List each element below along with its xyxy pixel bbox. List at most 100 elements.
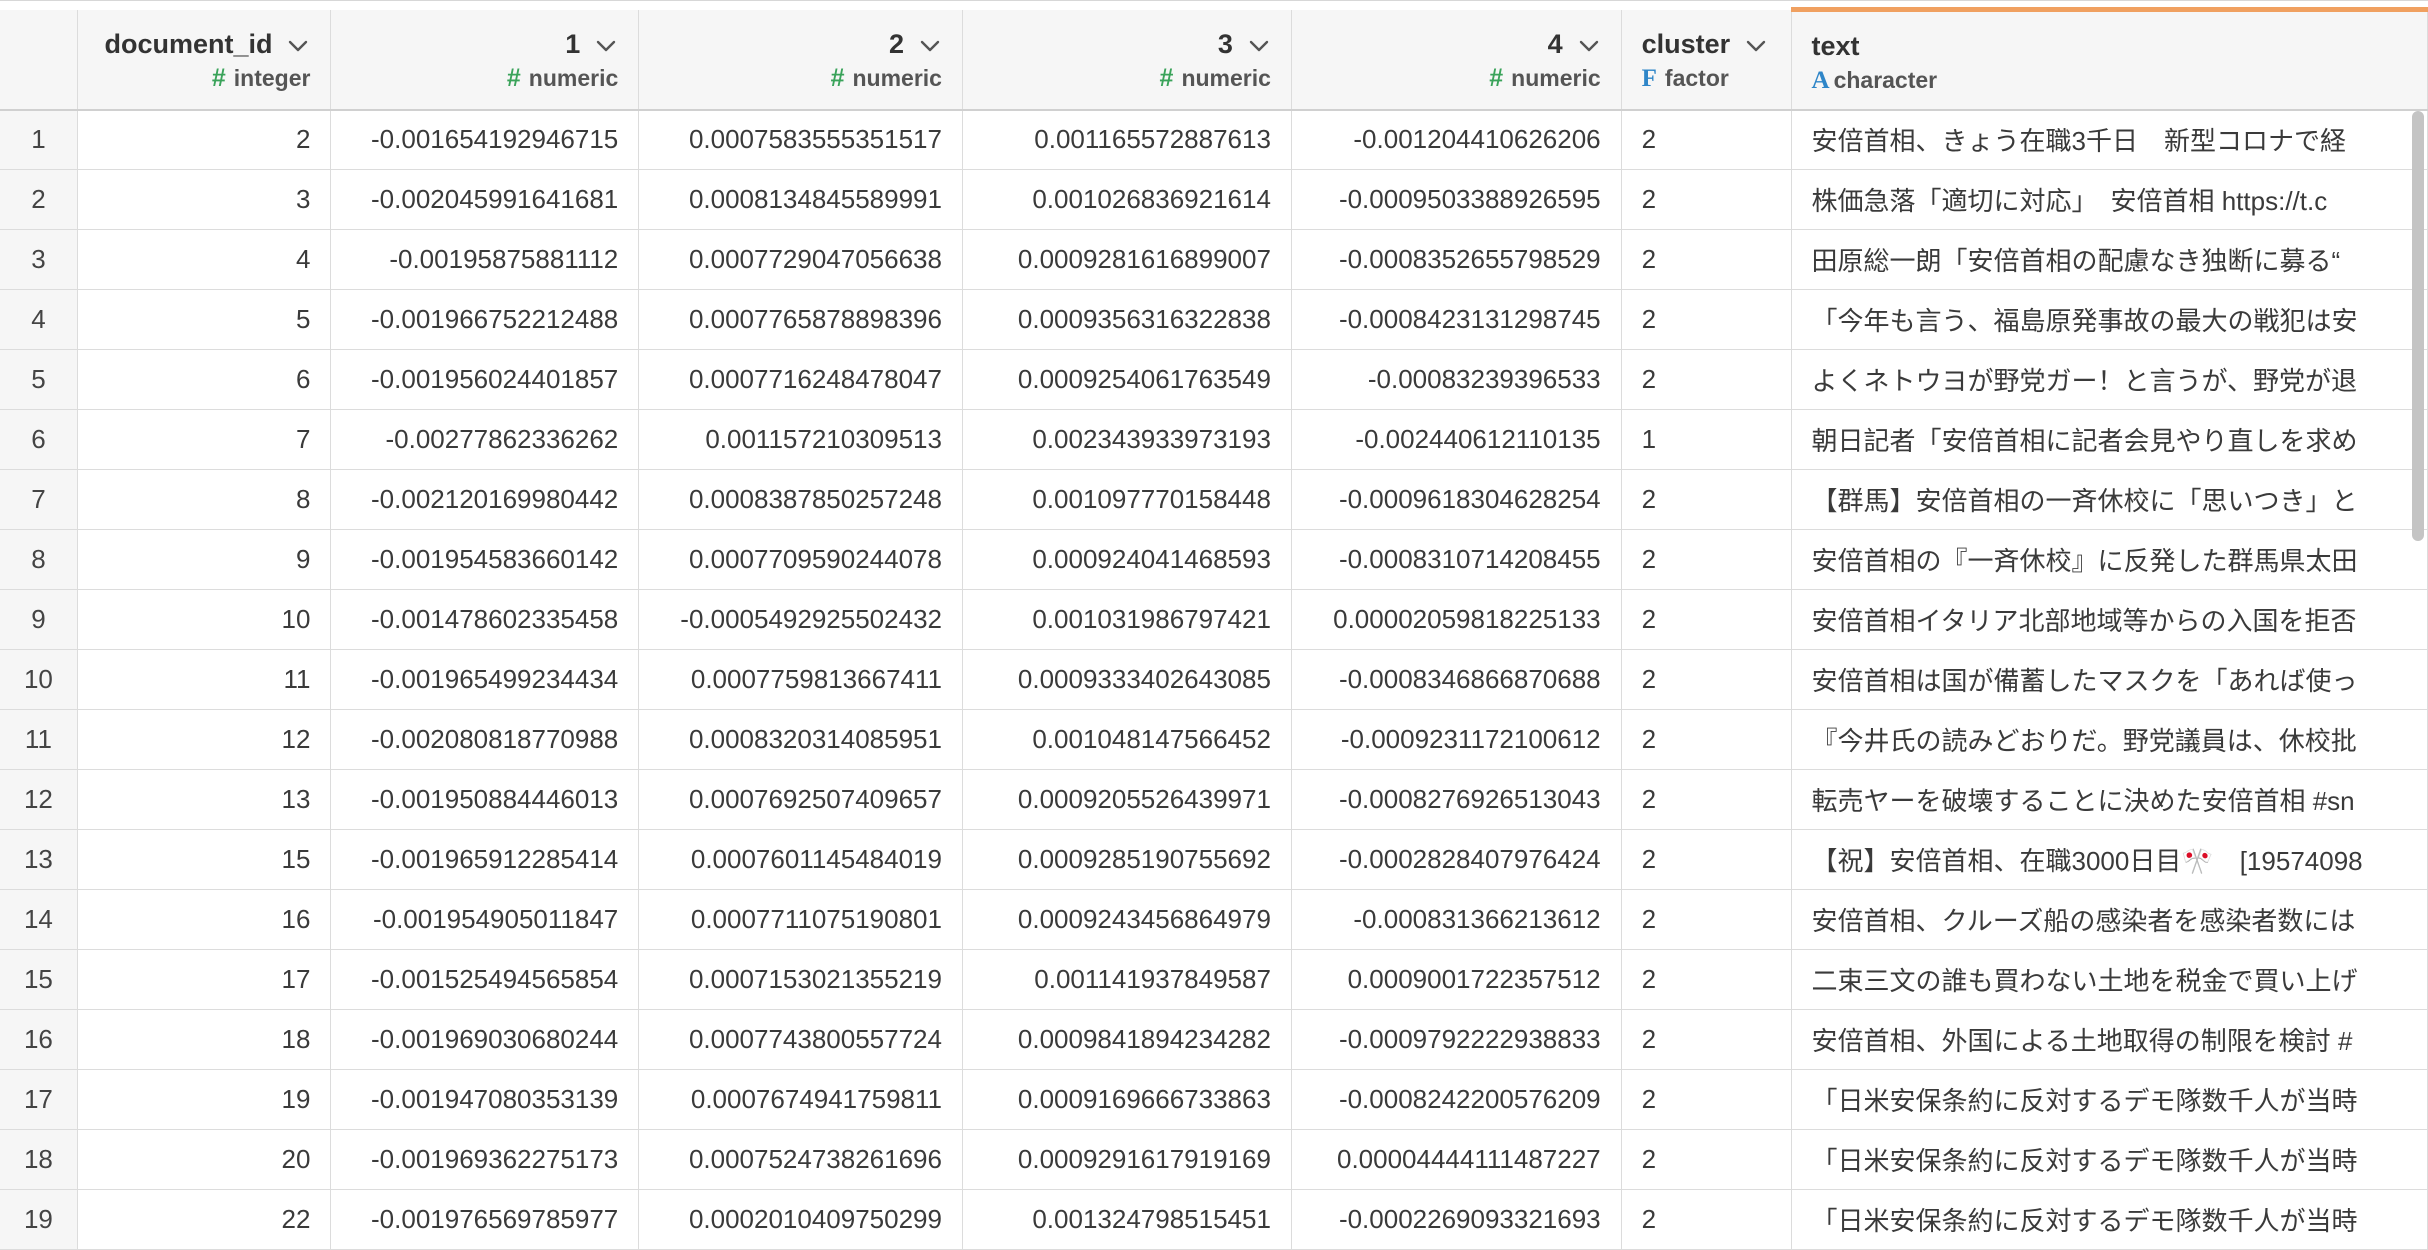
cell-c4[interactable]: -0.0009503388926595: [1291, 169, 1622, 230]
cell-document_id[interactable]: 7: [77, 409, 332, 470]
cell-c2[interactable]: 0.0007692507409657: [638, 769, 963, 830]
cell-c3[interactable]: 0.001165572887613: [962, 109, 1292, 170]
table-row[interactable]: 12 13 -0.001950884446013 0.0007692507409657…: [0, 769, 2428, 830]
column-header-c3[interactable]: 3 # numeric: [962, 9, 1292, 111]
cell-text[interactable]: 朝日記者「安倍首相に記者会見やり直しを求め: [1791, 409, 2428, 470]
cell-cluster[interactable]: 2: [1621, 589, 1792, 650]
column-header-c4[interactable]: 4 # numeric: [1291, 9, 1622, 111]
cell-c4[interactable]: -0.0008242200576209: [1291, 1069, 1622, 1130]
cell-document_id[interactable]: 19: [77, 1069, 332, 1130]
table-row[interactable]: 15 17 -0.001525494565854 0.0007153021355219…: [0, 949, 2428, 1010]
cell-c2[interactable]: 0.0008320314085951: [638, 709, 963, 770]
cell-c3[interactable]: 0.001324798515451: [962, 1189, 1292, 1250]
cell-document_id[interactable]: 15: [77, 829, 332, 890]
table-row[interactable]: 11 12 -0.002080818770988 0.0008320314085951…: [0, 709, 2428, 770]
cell-c1[interactable]: -0.001976569785977: [330, 1189, 640, 1250]
cell-document_id[interactable]: 10: [77, 589, 332, 650]
cell-text[interactable]: 「日米安保条約に反対するデモ隊数千人が当時: [1791, 1129, 2428, 1190]
table-row[interactable]: 4 5 -0.001966752212488 0.0007765878898396 0.…: [0, 289, 2428, 350]
cell-c4[interactable]: -0.0002828407976424: [1291, 829, 1622, 890]
cell-c3[interactable]: 0.001141937849587: [962, 949, 1292, 1010]
cell-c3[interactable]: 0.0009281616899007: [962, 229, 1292, 290]
cell-c2[interactable]: 0.0007711075190801: [638, 889, 963, 950]
table-row[interactable]: 13 15 -0.001965912285414 0.0007601145484019…: [0, 829, 2428, 890]
cell-c3[interactable]: 0.0009205526439971: [962, 769, 1292, 830]
cell-c2[interactable]: 0.0007709590244078: [638, 529, 963, 590]
cell-c3[interactable]: 0.0009243456864979: [962, 889, 1292, 950]
cell-c2[interactable]: 0.0007153021355219: [638, 949, 963, 1010]
cell-document_id[interactable]: 2: [77, 109, 332, 170]
cell-document_id[interactable]: 13: [77, 769, 332, 830]
cell-text[interactable]: 転売ヤーを破壊することに決めた安倍首相 #sn: [1791, 769, 2428, 830]
cell-c2[interactable]: 0.0002010409750299: [638, 1189, 963, 1250]
cell-cluster[interactable]: 1: [1621, 409, 1792, 470]
cell-c4[interactable]: -0.0008276926513043: [1291, 769, 1622, 830]
cell-c1[interactable]: -0.001654192946715: [330, 109, 640, 170]
cell-c3[interactable]: 0.0009291617919169: [962, 1129, 1292, 1190]
cell-c4[interactable]: 0.0009001722357512: [1291, 949, 1622, 1010]
cell-c2[interactable]: 0.0007716248478047: [638, 349, 963, 410]
cell-cluster[interactable]: 2: [1621, 709, 1792, 770]
cell-cluster[interactable]: 2: [1621, 949, 1792, 1010]
cell-document_id[interactable]: 5: [77, 289, 332, 350]
cell-cluster[interactable]: 2: [1621, 649, 1792, 710]
cell-cluster[interactable]: 2: [1621, 529, 1792, 590]
table-row[interactable]: 14 16 -0.001954905011847 0.0007711075190801…: [0, 889, 2428, 950]
cell-c4[interactable]: -0.0009618304628254: [1291, 469, 1622, 530]
cell-text[interactable]: 【祝】安倍首相、在職3000日目🎌 [19574098: [1791, 829, 2428, 890]
cell-document_id[interactable]: 8: [77, 469, 332, 530]
cell-c3[interactable]: 0.001048147566452: [962, 709, 1292, 770]
cell-c2[interactable]: 0.0007729047056638: [638, 229, 963, 290]
table-row[interactable]: 6 7 -0.00277862336262 0.001157210309513 0.00…: [0, 409, 2428, 470]
table-row[interactable]: 2 3 -0.002045991641681 0.0008134845589991 0.…: [0, 169, 2428, 230]
cell-c4[interactable]: -0.0008423131298745: [1291, 289, 1622, 350]
cell-c3[interactable]: 0.0009254061763549: [962, 349, 1292, 410]
cell-text[interactable]: 『今井氏の読みどおりだ。野党議員は、休校批: [1791, 709, 2428, 770]
cell-document_id[interactable]: 16: [77, 889, 332, 950]
cell-c4[interactable]: 0.00004444111487227: [1291, 1129, 1622, 1190]
cell-c3[interactable]: 0.0009333402643085: [962, 649, 1292, 710]
cell-c4[interactable]: -0.0009792222938833: [1291, 1009, 1622, 1070]
cell-c3[interactable]: 0.002343933973193: [962, 409, 1292, 470]
cell-cluster[interactable]: 2: [1621, 229, 1792, 290]
cell-document_id[interactable]: 12: [77, 709, 332, 770]
cell-c1[interactable]: -0.001478602335458: [330, 589, 640, 650]
cell-c1[interactable]: -0.002045991641681: [330, 169, 640, 230]
cell-c2[interactable]: 0.0007524738261696: [638, 1129, 963, 1190]
cell-c1[interactable]: -0.001965912285414: [330, 829, 640, 890]
cell-c4[interactable]: 0.00002059818225133: [1291, 589, 1622, 650]
table-row[interactable]: 9 10 -0.001478602335458 -0.0005492925502432…: [0, 589, 2428, 650]
cell-c2[interactable]: 0.0008387850257248: [638, 469, 963, 530]
cell-cluster[interactable]: 2: [1621, 109, 1792, 170]
chevron-down-icon[interactable]: [1744, 33, 1768, 57]
cell-text[interactable]: よくネトウヨが野党ガー！と言うが、野党が退: [1791, 349, 2428, 410]
column-header-cluster[interactable]: cluster Ffactor: [1621, 9, 1792, 111]
table-row[interactable]: 3 4 -0.00195875881112 0.0007729047056638 0.0…: [0, 229, 2428, 290]
cell-c2[interactable]: 0.001157210309513: [638, 409, 963, 470]
cell-c4[interactable]: -0.0009231172100612: [1291, 709, 1622, 770]
cell-text[interactable]: 株価急落「適切に対応」 安倍首相 https://t.c: [1791, 169, 2428, 230]
cell-document_id[interactable]: 9: [77, 529, 332, 590]
cell-text[interactable]: 安倍首相、外国による土地取得の制限を検討 #: [1791, 1009, 2428, 1070]
cell-text[interactable]: 「日米安保条約に反対するデモ隊数千人が当時: [1791, 1189, 2428, 1250]
cell-document_id[interactable]: 11: [77, 649, 332, 710]
cell-document_id[interactable]: 3: [77, 169, 332, 230]
cell-cluster[interactable]: 2: [1621, 829, 1792, 890]
cell-text[interactable]: 安倍首相イタリア北部地域等からの入国を拒否: [1791, 589, 2428, 650]
cell-c2[interactable]: 0.0007765878898396: [638, 289, 963, 350]
cell-text[interactable]: 安倍首相、クルーズ船の感染者を感染者数には: [1791, 889, 2428, 950]
chevron-down-icon[interactable]: [594, 33, 618, 57]
cell-cluster[interactable]: 2: [1621, 1009, 1792, 1070]
cell-c1[interactable]: -0.001954905011847: [330, 889, 640, 950]
cell-c1[interactable]: -0.002080818770988: [330, 709, 640, 770]
table-row[interactable]: 17 19 -0.001947080353139 0.0007674941759811…: [0, 1069, 2428, 1130]
table-row[interactable]: 19 22 -0.001976569785977 0.0002010409750299…: [0, 1189, 2428, 1250]
chevron-down-icon[interactable]: [286, 33, 310, 57]
cell-c1[interactable]: -0.001947080353139: [330, 1069, 640, 1130]
cell-c2[interactable]: 0.0007601145484019: [638, 829, 963, 890]
cell-text[interactable]: 「今年も言う、福島原発事故の最大の戦犯は安: [1791, 289, 2428, 350]
chevron-down-icon[interactable]: [1577, 33, 1601, 57]
cell-c4[interactable]: -0.002440612110135: [1291, 409, 1622, 470]
cell-text[interactable]: 「日米安保条約に反対するデモ隊数千人が当時: [1791, 1069, 2428, 1130]
cell-cluster[interactable]: 2: [1621, 1069, 1792, 1130]
